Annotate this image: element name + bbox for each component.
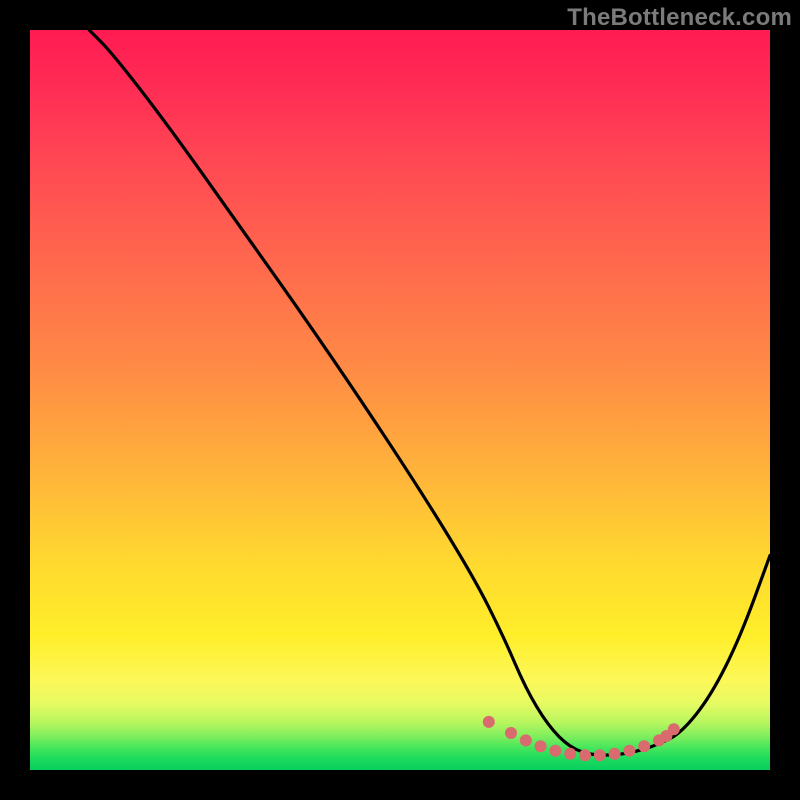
highlight-marker (623, 745, 635, 757)
highlight-marker (483, 716, 495, 728)
highlight-marker (564, 748, 576, 760)
highlight-marker (535, 740, 547, 752)
watermark-label: TheBottleneck.com (567, 4, 792, 32)
highlight-marker (638, 740, 650, 752)
highlight-marker (549, 745, 561, 757)
plot-area (30, 30, 770, 770)
chart-svg (30, 30, 770, 770)
highlight-marker (520, 734, 532, 746)
curve-layer (89, 30, 770, 755)
highlight-marker (609, 748, 621, 760)
highlight-marker (668, 723, 680, 735)
highlight-markers (483, 716, 680, 761)
highlight-marker (579, 749, 591, 761)
highlight-marker (594, 749, 606, 761)
bottleneck-curve (89, 30, 770, 755)
chart-frame: TheBottleneck.com (0, 0, 800, 800)
highlight-marker (505, 727, 517, 739)
